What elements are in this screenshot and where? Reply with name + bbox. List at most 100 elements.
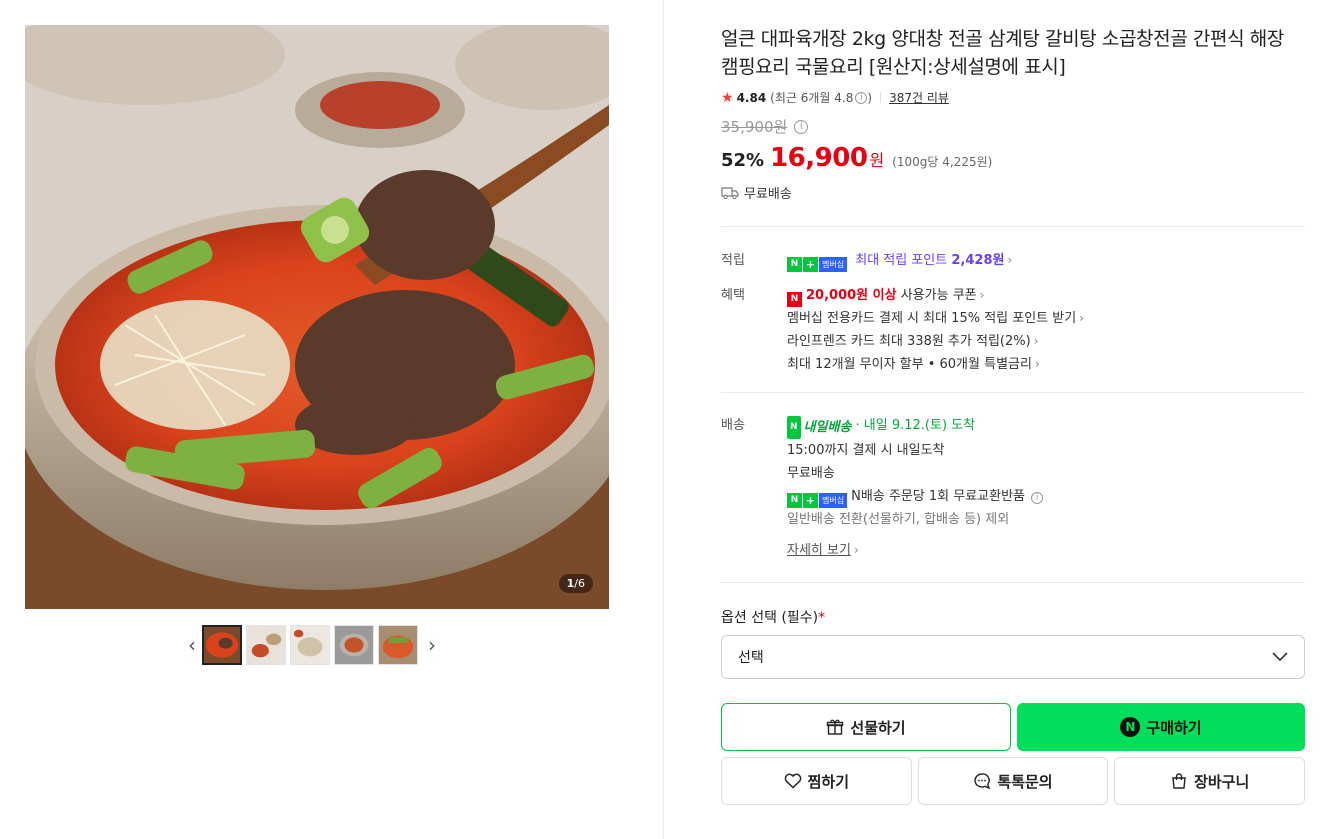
plus-badge: + — [803, 257, 818, 272]
coupon-text: 사용가능 쿠폰 — [900, 288, 977, 303]
image-counter: 1/6 — [558, 574, 593, 593]
cart-button-label: 장바구니 — [1194, 772, 1250, 791]
thumbnail-4[interactable] — [334, 625, 374, 665]
chevron-right-icon: › — [1007, 253, 1013, 267]
membership-label: 멤버십 — [819, 493, 848, 508]
heart-icon — [784, 773, 802, 789]
product-title: 얼큰 대파육개장 2kg 양대창 전골 삼계탕 갈비탕 소곱창전골 간편식 해장… — [721, 28, 1284, 78]
option-selected-value: 선택 — [738, 650, 764, 666]
shipping-row: 무료배송 — [721, 183, 1305, 202]
discount-rate: 52% — [721, 150, 765, 171]
chevron-right-icon: › — [1033, 334, 1039, 348]
info-icon[interactable]: i — [855, 91, 868, 104]
membership-label: 멤버십 — [819, 257, 848, 272]
rating-recent-close: ) — [867, 90, 873, 105]
thumbnail-2[interactable] — [246, 625, 286, 665]
talk-button-label: 톡톡문의 — [997, 772, 1053, 791]
shipping-label: 무료배송 — [744, 187, 792, 202]
exclude-text: 일반배송 전환(선물하기, 합배송 등) 제외 — [787, 512, 1010, 527]
rating-row: ★ 4.84 (최근 6개월 4.8 i ) 387건 리뷰 — [721, 89, 1305, 106]
option-select[interactable]: 선택 — [721, 635, 1305, 679]
gift-button[interactable]: 선물하기 — [721, 703, 1011, 751]
unit-price: (100g당 4,225원) — [892, 155, 993, 169]
main-product-image[interactable]: 1/6 — [25, 25, 609, 609]
rating-score: 4.84 — [736, 90, 767, 105]
membership-badge: N + 멤버십 — [787, 493, 848, 508]
nship-row: N + 멤버십 N배송 주문당 1회 무료교환반품 i — [787, 485, 1305, 508]
n-delivery-icon: N — [787, 416, 801, 439]
sale-price: 16,900 — [770, 143, 868, 173]
n-badge: N — [787, 493, 802, 508]
wish-button[interactable]: 찜하기 — [721, 757, 912, 805]
talk-button[interactable]: 톡톡문의 — [917, 757, 1109, 805]
buy-button-label: 구매하기 — [1146, 718, 1202, 737]
divider — [721, 392, 1305, 393]
price-unit: 원 — [869, 151, 885, 170]
option-label-text: 옵션 선택 (필수) — [721, 610, 819, 626]
tomorrow-badge-text: 내일배송 — [803, 420, 852, 435]
points-amount: 2,428원 — [951, 253, 1005, 268]
chevron-right-icon: › — [1034, 357, 1040, 371]
secondary-actions: 찜하기 톡톡문의 장바구니 — [721, 757, 1306, 805]
chat-icon — [973, 772, 991, 790]
chevron-right-icon: › — [853, 543, 859, 557]
benefits-section: 혜택 N 20,000원 이상 사용가능 쿠폰 › 멤버십 전용카드 결제 시 최대… — [721, 284, 1305, 376]
delivery-label: 배송 — [721, 418, 745, 433]
free-shipping-text: 무료배송 — [787, 466, 835, 481]
thumbnail-strip: ‹ › — [182, 623, 442, 667]
divider — [880, 92, 882, 103]
points-label: 적립 — [721, 253, 745, 268]
original-price: 35,900원 — [721, 118, 788, 136]
membership-card-text: 멤버십 전용카드 결제 시 최대 15% 적립 포인트 받기 — [787, 311, 1077, 326]
wish-button-label: 찜하기 — [807, 772, 850, 791]
points-section: 적립 N + 멤버십 최대 적립 포인트 2,428원 › — [721, 249, 1305, 272]
thumbnail-5[interactable] — [378, 625, 418, 665]
naverpay-icon: N — [1120, 717, 1141, 737]
buy-button[interactable]: N 구매하기 — [1017, 703, 1305, 751]
installment-row[interactable]: 최대 12개월 무이자 할부 • 60개월 특별금리 › — [787, 353, 1305, 376]
linefriends-card-row[interactable]: 라인프렌즈 카드 최대 338원 추가 적립(2%) › — [787, 330, 1305, 353]
rating-recent: (최근 6개월 4.8 — [770, 91, 854, 105]
points-value[interactable]: N + 멤버십 최대 적립 포인트 2,428원 › — [787, 249, 1305, 272]
installment-text: 최대 12개월 무이자 할부 • 60개월 특별금리 — [787, 357, 1032, 372]
original-price-row: 35,900원 i — [721, 116, 1305, 137]
tomorrow-badge: N 내일배송 — [787, 416, 851, 439]
chevron-right-icon: › — [979, 288, 985, 302]
more-details-link[interactable]: 자세히 보기 — [787, 543, 851, 558]
points-text: 최대 적립 포인트 — [855, 253, 948, 268]
coupon-amount: 20,000원 이상 — [806, 288, 897, 303]
more-link-row[interactable]: 자세히 보기 › — [787, 539, 1305, 562]
delivery-section: 배송 N 내일배송 · 내일 9.12.(토) 도착 15:00까지 결제 시 내… — [721, 414, 1305, 562]
price-info-icon[interactable]: i — [794, 119, 809, 134]
nship-text: N배송 주문당 1회 무료교환반품 — [851, 489, 1026, 504]
gallery-panel: 1/6 ‹ › — [0, 0, 664, 839]
option-section: 옵션 선택 (필수)* 선택 — [721, 607, 1305, 679]
primary-actions: 선물하기 N 구매하기 — [721, 703, 1305, 751]
linefriends-card-text: 라인프렌즈 카드 최대 338원 추가 적립(2%) — [787, 334, 1031, 349]
plus-badge: + — [803, 493, 818, 508]
cart-button[interactable]: 장바구니 — [1114, 757, 1306, 805]
membership-badge: N + 멤버십 — [787, 257, 848, 272]
thumbnail-3[interactable] — [290, 625, 330, 665]
divider — [721, 226, 1305, 227]
chevron-down-icon — [1272, 652, 1288, 662]
truck-icon — [721, 186, 739, 199]
next-thumbnail-arrow-icon[interactable]: › — [422, 625, 442, 665]
required-mark: * — [818, 610, 826, 626]
tomorrow-delivery-row: N 내일배송 · 내일 9.12.(토) 도착 — [787, 414, 1305, 439]
coupon-row[interactable]: N 20,000원 이상 사용가능 쿠폰 › — [787, 284, 1305, 307]
membership-card-row[interactable]: 멤버십 전용카드 결제 시 최대 15% 적립 포인트 받기 › — [787, 307, 1305, 330]
review-count-link[interactable]: 387건 리뷰 — [889, 89, 949, 106]
thumbnail-1[interactable] — [202, 625, 242, 665]
prev-thumbnail-arrow-icon[interactable]: ‹ — [182, 625, 202, 665]
chevron-right-icon: › — [1079, 311, 1085, 325]
gift-icon — [826, 718, 844, 736]
product-info-panel: 얼큰 대파육개장 2kg 양대창 전골 삼계탕 갈비탕 소곱창전골 간편식 해장… — [721, 0, 1306, 805]
divider — [721, 582, 1305, 583]
info-icon[interactable]: i — [1031, 492, 1044, 504]
image-counter-total: /6 — [574, 577, 585, 590]
option-label: 옵션 선택 (필수)* — [721, 607, 1305, 627]
gift-button-label: 선물하기 — [850, 718, 906, 737]
cutoff-text: 15:00까지 결제 시 내일도착 — [787, 443, 945, 458]
price-row: 52% 16,900 원 (100g당 4,225원) — [721, 143, 1305, 173]
